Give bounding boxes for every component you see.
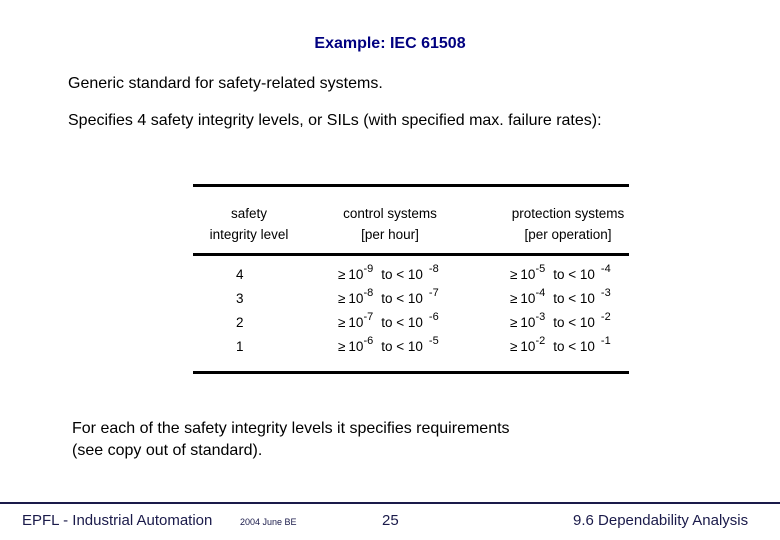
protection-systems-range: ≥10-4 to < 10 -3 bbox=[510, 288, 611, 307]
table-bottom-rule bbox=[193, 371, 629, 374]
control-systems-range: ≥10-7 to < 10 -6 bbox=[338, 312, 439, 331]
to-text: to < 10 bbox=[553, 339, 595, 354]
header-line: protection systems bbox=[511, 206, 625, 221]
lower-exponent: -8 bbox=[363, 287, 374, 299]
upper-exponent: -5 bbox=[428, 335, 439, 347]
lower-exponent: -5 bbox=[535, 263, 546, 275]
base: 10 bbox=[348, 315, 364, 330]
ge-symbol: ≥ bbox=[338, 267, 346, 282]
to-text: to < 10 bbox=[381, 291, 423, 306]
to-text: to < 10 bbox=[553, 315, 595, 330]
lower-exponent: -7 bbox=[363, 311, 374, 323]
sil-level: 4 bbox=[236, 267, 244, 282]
upper-exponent: -3 bbox=[600, 287, 611, 299]
lower-exponent: -4 bbox=[535, 287, 546, 299]
header-control-systems: control systems [per hour] bbox=[320, 203, 460, 245]
slide-title: Example: IEC 61508 bbox=[314, 35, 466, 52]
sil-level: 3 bbox=[236, 291, 244, 306]
control-systems-range: ≥10-8 to < 10 -7 bbox=[338, 288, 439, 307]
base: 10 bbox=[348, 267, 364, 282]
upper-exponent: -1 bbox=[600, 335, 611, 347]
table-row: 2 ≥10-7 to < 10 -6 ≥10-3 to < 10 -2 bbox=[0, 310, 780, 334]
requirements-paragraph: For each of the safety integrity levels … bbox=[72, 418, 510, 462]
ge-symbol: ≥ bbox=[510, 315, 518, 330]
upper-exponent: -7 bbox=[428, 287, 439, 299]
upper-exponent: -2 bbox=[600, 311, 611, 323]
to-text: to < 10 bbox=[553, 291, 595, 306]
ge-symbol: ≥ bbox=[510, 267, 518, 282]
intro-line-2: Specifies 4 safety integrity levels, or … bbox=[68, 112, 602, 129]
ge-symbol: ≥ bbox=[510, 339, 518, 354]
lower-exponent: -9 bbox=[363, 263, 374, 275]
footer-rule bbox=[0, 502, 780, 504]
to-text: to < 10 bbox=[381, 315, 423, 330]
paragraph-line: For each of the safety integrity levels … bbox=[72, 420, 510, 437]
to-text: to < 10 bbox=[381, 339, 423, 354]
lower-exponent: -2 bbox=[535, 335, 546, 347]
protection-systems-range: ≥10-3 to < 10 -2 bbox=[510, 312, 611, 331]
base: 10 bbox=[520, 291, 536, 306]
protection-systems-range: ≥10-2 to < 10 -1 bbox=[510, 336, 611, 355]
base: 10 bbox=[520, 339, 536, 354]
table-row: 1 ≥10-6 to < 10 -5 ≥10-2 to < 10 -1 bbox=[0, 334, 780, 358]
ge-symbol: ≥ bbox=[338, 291, 346, 306]
footer-page-number: 25 bbox=[382, 512, 399, 529]
upper-exponent: -6 bbox=[428, 311, 439, 323]
header-line: integrity level bbox=[209, 227, 289, 242]
table-top-rule bbox=[193, 184, 629, 187]
intro-line-1: Generic standard for safety-related syst… bbox=[68, 75, 383, 92]
base: 10 bbox=[520, 315, 536, 330]
control-systems-range: ≥10-6 to < 10 -5 bbox=[338, 336, 439, 355]
footer-date: 2004 June BE bbox=[240, 517, 297, 527]
ge-symbol: ≥ bbox=[338, 339, 346, 354]
control-systems-range: ≥10-9 to < 10 -8 bbox=[338, 264, 439, 283]
footer-organization: EPFL - Industrial Automation bbox=[22, 512, 213, 529]
lower-exponent: -6 bbox=[363, 335, 374, 347]
table-row: 4 ≥10-9 to < 10 -8 ≥10-5 to < 10 -4 bbox=[0, 262, 780, 286]
header-protection-systems: protection systems [per operation] bbox=[488, 203, 648, 245]
header-safety-integrity-level: safety integrity level bbox=[193, 203, 305, 245]
to-text: to < 10 bbox=[381, 267, 423, 282]
ge-symbol: ≥ bbox=[338, 315, 346, 330]
footer-section: 9.6 Dependability Analysis bbox=[573, 512, 749, 529]
sil-level: 1 bbox=[236, 339, 244, 354]
upper-exponent: -8 bbox=[428, 263, 439, 275]
paragraph-line: (see copy out of standard). bbox=[72, 442, 263, 459]
base: 10 bbox=[348, 291, 364, 306]
ge-symbol: ≥ bbox=[510, 291, 518, 306]
protection-systems-range: ≥10-5 to < 10 -4 bbox=[510, 264, 611, 283]
table-row: 3 ≥10-8 to < 10 -7 ≥10-4 to < 10 -3 bbox=[0, 286, 780, 310]
sil-level: 2 bbox=[236, 315, 244, 330]
upper-exponent: -4 bbox=[600, 263, 611, 275]
base: 10 bbox=[520, 267, 536, 282]
base: 10 bbox=[348, 339, 364, 354]
header-line: control systems bbox=[343, 206, 437, 221]
header-line: [per hour] bbox=[361, 227, 419, 242]
header-line: safety bbox=[230, 206, 268, 221]
header-line: [per operation] bbox=[524, 227, 612, 242]
table-header-rule bbox=[193, 253, 629, 256]
to-text: to < 10 bbox=[553, 267, 595, 282]
lower-exponent: -3 bbox=[535, 311, 546, 323]
